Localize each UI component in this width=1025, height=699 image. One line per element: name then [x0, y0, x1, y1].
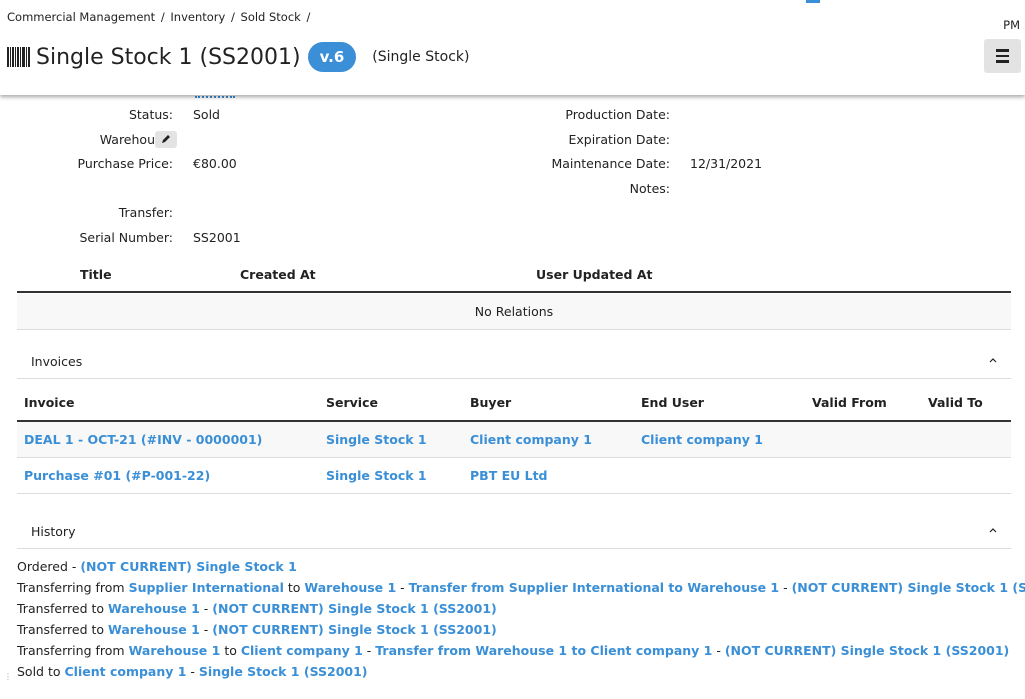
history-link[interactable]: Client company 1 — [241, 643, 363, 658]
history-link[interactable]: Warehouse 1 — [108, 622, 200, 637]
top-edge-decoration — [800, 0, 1025, 3]
col-buyer[interactable]: Buyer — [470, 395, 511, 410]
col-service[interactable]: Service — [326, 395, 378, 410]
table-row: Purchase #01 (#P-001-22) Single Stock 1 … — [17, 458, 1011, 494]
barcode-icon — [7, 47, 30, 67]
history-link[interactable]: Client company 1 — [65, 664, 187, 679]
warehouse-label: Warehou — [99, 132, 155, 147]
invoice-link[interactable]: DEAL 1 - OCT-21 (#INV - 0000001) — [24, 432, 262, 447]
serial-number-value: SS2001 — [193, 230, 241, 245]
history-entry: Transferred to Warehouse 1 - (NOT CURREN… — [17, 619, 1025, 640]
buyer-link[interactable]: Client company 1 — [470, 432, 592, 447]
buyer-link[interactable]: PBT EU Ltd — [470, 468, 548, 483]
menu-button[interactable] — [984, 39, 1021, 73]
breadcrumb-commercial-management[interactable]: Commercial Management — [7, 10, 155, 24]
service-link[interactable]: Single Stock 1 — [326, 468, 427, 483]
history-text: Transferring from — [17, 643, 129, 658]
page-header: Commercial Management / Inventory / Sold… — [0, 0, 1025, 95]
history-link[interactable]: Transfer from Supplier International to … — [409, 580, 779, 595]
history-link[interactable]: Warehouse 1 — [129, 643, 221, 658]
history-link[interactable]: (NOT CURRENT) Single Stock 1 — [80, 559, 296, 574]
history-text: - — [199, 601, 213, 616]
transfer-label: Transfer: — [118, 205, 173, 220]
col-valid-to[interactable]: Valid To — [928, 395, 983, 410]
version-badge[interactable]: v.6 — [307, 42, 357, 72]
breadcrumb-sold-stock[interactable]: Sold Stock — [241, 10, 301, 24]
col-end-user[interactable]: End User — [641, 395, 704, 410]
notes-label: Notes: — [629, 181, 670, 196]
maintenance-date-value: 12/31/2021 — [690, 156, 763, 171]
history-text: to — [220, 643, 241, 658]
invoices-section-title: Invoices — [31, 354, 83, 369]
history-text: - — [362, 643, 376, 658]
history-link[interactable]: (NOT CURRENT) Single Stock 1 (SS2001) — [792, 580, 1025, 595]
status-value: Sold — [193, 107, 220, 122]
history-text: - — [712, 643, 725, 658]
history-text: Transferred to — [17, 622, 109, 637]
time-suffix: PM — [1003, 18, 1020, 32]
history-text: - — [186, 664, 199, 679]
col-user-updated-at[interactable]: User Updated At — [536, 267, 652, 282]
breadcrumb-separator: / — [160, 10, 165, 24]
expiration-date-label: Expiration Date: — [568, 132, 670, 147]
end-user-link[interactable]: Client company 1 — [641, 432, 763, 447]
stock-type-label: (Single Stock) — [372, 49, 470, 65]
history-link[interactable]: Warehouse 1 — [304, 580, 396, 595]
maintenance-date-label: Maintenance Date: — [551, 156, 670, 171]
history-text: Transferred to — [17, 601, 109, 616]
history-link[interactable]: (NOT CURRENT) Single Stock 1 (SS2001) — [212, 601, 496, 616]
hamburger-icon — [996, 49, 1009, 52]
history-text: Ordered - — [17, 559, 81, 574]
history-link[interactable]: Single Stock 1 (SS2001) — [199, 664, 368, 679]
serial-number-label: Serial Number: — [79, 230, 173, 245]
purchase-price-value: €80.00 — [193, 156, 237, 171]
history-entry: Transferring from Supplier International… — [17, 577, 1025, 598]
history-entry: Transferred to Warehouse 1 - (NOT CURREN… — [17, 598, 1025, 619]
status-label: Status: — [128, 107, 173, 122]
breadcrumb-inventory[interactable]: Inventory — [170, 10, 225, 24]
history-text: - — [396, 580, 409, 595]
history-text: Transferring from — [17, 580, 129, 595]
history-link[interactable]: (NOT CURRENT) Single Stock 1 (SS2001) — [212, 622, 496, 637]
history-link[interactable]: Warehouse 1 — [108, 601, 200, 616]
invoice-link[interactable]: Purchase #01 (#P-001-22) — [24, 468, 210, 483]
purchase-price-label: Purchase Price: — [77, 156, 173, 171]
history-text: - — [199, 622, 213, 637]
history-link[interactable]: Supplier International — [129, 580, 284, 595]
table-row: DEAL 1 - OCT-21 (#INV - 0000001) Single … — [17, 422, 1011, 458]
col-invoice[interactable]: Invoice — [24, 395, 74, 410]
service-link[interactable]: Single Stock 1 — [326, 432, 427, 447]
history-text: Sold to — [17, 664, 65, 679]
edit-warehouse-button[interactable] — [155, 131, 177, 148]
col-valid-from[interactable]: Valid From — [812, 395, 887, 410]
chevron-up-icon[interactable] — [989, 522, 997, 536]
page-title: Single Stock 1 (SS2001) — [36, 44, 301, 70]
breadcrumb-separator: / — [230, 10, 235, 24]
history-link[interactable]: Transfer from Warehouse 1 to Client comp… — [375, 643, 712, 658]
chevron-up-icon[interactable] — [989, 352, 997, 366]
production-date-label: Production Date: — [565, 107, 670, 122]
history-text: - — [779, 580, 792, 595]
history-section-header[interactable]: History — [17, 515, 1011, 549]
relations-table-header: Title Created At User Updated At — [17, 266, 1011, 293]
breadcrumb: Commercial Management / Inventory / Sold… — [7, 10, 312, 24]
history-text: to — [283, 580, 305, 595]
history-list: Ordered - (NOT CURRENT) Single Stock 1 Tr… — [17, 556, 1025, 682]
history-entry: Sold to Client company 1 - Single Stock … — [17, 661, 1025, 682]
history-entry: Ordered - (NOT CURRENT) Single Stock 1 — [17, 556, 1025, 577]
invoices-table-header: Invoice Service Buyer End User Valid Fro… — [17, 394, 1011, 422]
history-entry: Transferring from Warehouse 1 to Client … — [17, 640, 1025, 661]
invoices-section-header[interactable]: Invoices — [17, 345, 1011, 379]
history-link[interactable]: (NOT CURRENT) Single Stock 1 (SS2001) — [725, 643, 1009, 658]
title-row: Single Stock 1 (SS2001) v.6 (Single Stoc… — [7, 40, 469, 74]
history-section-title: History — [31, 524, 76, 539]
relations-empty-row: No Relations — [17, 294, 1011, 330]
pencil-icon — [162, 135, 170, 143]
col-created-at[interactable]: Created At — [240, 267, 316, 282]
col-title[interactable]: Title — [80, 267, 112, 282]
breadcrumb-separator: / — [306, 10, 311, 24]
resize-handle-icon[interactable]: ⋮ — [4, 672, 12, 681]
